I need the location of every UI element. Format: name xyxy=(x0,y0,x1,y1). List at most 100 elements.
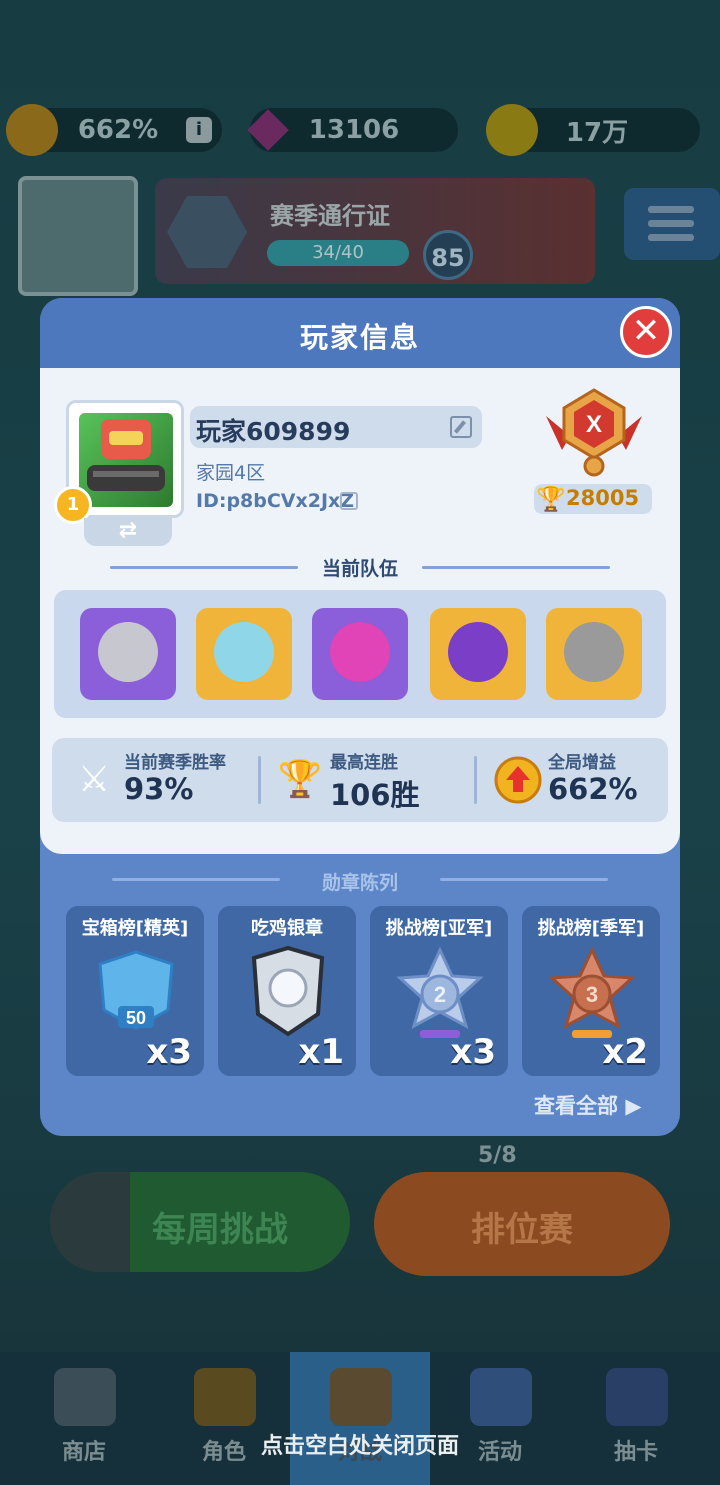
nav-battle[interactable]: 对战 xyxy=(290,1352,430,1485)
player-info-panel: 1 ⇄ 玩家609899 家园4区 ID:p8bCVx2JxZ X 🏆 2800… xyxy=(40,368,680,854)
hero-knight[interactable] xyxy=(80,608,176,700)
stat-win-rate: ⚔ 当前赛季胜率 93% xyxy=(68,738,258,822)
swap-avatar-button[interactable]: ⇄ xyxy=(84,518,172,546)
hero-shadow-beast[interactable] xyxy=(430,608,526,700)
star-shield-icon xyxy=(470,1368,532,1426)
medal-name: 宝箱榜[精英] xyxy=(81,918,189,939)
stat-max-streak: 🏆 最高连胜 106胜 xyxy=(274,738,464,822)
divider xyxy=(440,878,608,881)
hero-vampire[interactable] xyxy=(546,608,642,700)
stat-global-boost-value: 662% xyxy=(548,772,638,806)
boost-resource-bar: 662% i xyxy=(6,104,222,156)
boost-icon xyxy=(6,104,58,156)
nav-gacha[interactable]: 抽卡 xyxy=(566,1352,706,1485)
menu-button[interactable] xyxy=(624,188,720,260)
medal-card-challenge-third[interactable]: 挑战榜[季军] 3 x2 xyxy=(522,906,660,1076)
hero-pink-brute[interactable] xyxy=(312,608,408,700)
medal-count: x3 xyxy=(146,1032,192,1072)
divider xyxy=(422,566,610,569)
trophy-bar: 🏆 28005 xyxy=(534,484,652,514)
hero-ice-mage[interactable] xyxy=(196,608,292,700)
bronze-star-medal-icon: 3 xyxy=(546,944,638,1040)
modal-header: 玩家信息 xyxy=(40,298,680,368)
medal-card-silver[interactable]: 吃鸡银章 x1 xyxy=(218,906,356,1076)
info-icon[interactable]: i xyxy=(186,117,212,143)
medals-title: 勋章陈列 xyxy=(321,872,398,894)
coins-resource-bar: 17万 xyxy=(486,104,700,156)
bottom-nav: 商店 角色 对战 活动 抽卡 xyxy=(0,1352,720,1485)
view-all-link[interactable]: 查看全部 ▶ xyxy=(534,1090,641,1120)
gems-resource-bar: 13106 xyxy=(247,108,458,152)
heroes-icon xyxy=(194,1368,256,1426)
nav-events[interactable]: 活动 xyxy=(430,1352,570,1485)
edit-icon[interactable] xyxy=(450,416,472,438)
coin-icon xyxy=(486,104,538,156)
shop-icon xyxy=(54,1368,116,1426)
weekly-challenge-button[interactable]: 每周挑战 xyxy=(50,1172,350,1272)
knight-icon xyxy=(98,622,158,682)
medal-count: x2 xyxy=(602,1032,648,1072)
pink-brute-icon xyxy=(330,622,390,682)
copy-icon[interactable] xyxy=(340,492,358,510)
medal-card-chest-elite[interactable]: 宝箱榜[精英] 50 x3 xyxy=(66,906,204,1076)
medal-count: x1 xyxy=(298,1032,344,1072)
ice-mage-icon xyxy=(214,622,274,682)
ranked-progress: 5/8 xyxy=(478,1143,517,1168)
medal-name: 吃鸡银章 xyxy=(251,918,323,939)
profile-avatar-button[interactable] xyxy=(18,176,138,296)
medal-card-challenge-runnerup[interactable]: 挑战榜[亚军] 2 x3 xyxy=(370,906,508,1076)
stats-row: ⚔ 当前赛季胜率 93% 🏆 最高连胜 106胜 全局增益 662% xyxy=(52,738,668,822)
svg-text:50: 50 xyxy=(126,1008,146,1028)
up-arrow-icon xyxy=(50,1172,130,1272)
stat-max-streak-value: 106胜 xyxy=(330,778,420,812)
player-name: 玩家609899 xyxy=(196,417,351,446)
close-button[interactable]: ✕ xyxy=(620,306,672,358)
svg-text:2: 2 xyxy=(434,982,446,1007)
shadow-beast-icon xyxy=(448,622,508,682)
trophy-count: 28005 xyxy=(566,486,640,510)
ranked-button[interactable]: 排位赛 xyxy=(374,1172,670,1276)
trophy-icon: 🏆 xyxy=(277,759,323,800)
nav-heroes[interactable]: 角色 xyxy=(154,1352,294,1485)
stat-global-boost-label: 全局增益 xyxy=(548,753,616,773)
season-pass-banner[interactable]: 赛季通行证 34/40 85 xyxy=(155,178,595,284)
chest-elite-medal-icon: 50 xyxy=(90,944,182,1040)
close-hint: 点击空白处关闭页面 xyxy=(260,1434,459,1459)
avatar-art xyxy=(79,413,173,507)
player-info-modal: 玩家信息 ✕ 1 ⇄ 玩家609899 家园4区 ID:p8bCVx2JxZ X… xyxy=(40,298,680,1136)
modal-title: 玩家信息 xyxy=(299,321,420,354)
svg-text:3: 3 xyxy=(586,982,598,1007)
crossed-swords-icon: ⚔ xyxy=(77,759,111,800)
player-id: ID:p8bCVx2JxZ xyxy=(196,490,355,512)
play-arrow-icon: ▶ xyxy=(625,1094,642,1118)
mystery-card-icon xyxy=(606,1368,668,1426)
medal-count: x3 xyxy=(450,1032,496,1072)
vampire-icon xyxy=(564,622,624,682)
stat-max-streak-label: 最高连胜 xyxy=(330,753,398,773)
view-all-label: 查看全部 xyxy=(534,1094,618,1118)
medal-name: 挑战榜[季军] xyxy=(537,918,645,939)
stat-global-boost: 全局增益 662% xyxy=(492,738,668,822)
rank-emblem: X xyxy=(542,386,646,478)
season-pass-progress: 34/40 xyxy=(267,240,409,266)
nav-shop[interactable]: 商店 xyxy=(14,1352,154,1485)
divider xyxy=(258,756,261,804)
trophy-icon: 🏆 xyxy=(536,485,566,513)
season-pass-level: 85 xyxy=(423,230,473,280)
season-pass-emblem-icon xyxy=(167,196,247,268)
crossed-swords-icon xyxy=(330,1368,392,1426)
silver-medal-icon xyxy=(242,944,334,1040)
player-name-box: 玩家609899 xyxy=(190,406,482,448)
stat-win-rate-value: 93% xyxy=(124,772,194,806)
stat-win-rate-label: 当前赛季胜率 xyxy=(124,753,226,773)
player-region: 家园4区 xyxy=(196,462,266,484)
team-row xyxy=(54,590,666,718)
rank-letter: X xyxy=(586,411,602,438)
weekly-challenge-label: 每周挑战 xyxy=(152,1210,288,1250)
season-pass-title: 赛季通行证 xyxy=(270,202,390,230)
gem-icon xyxy=(247,109,289,151)
silver-star-medal-icon: 2 xyxy=(394,944,486,1040)
boost-icon xyxy=(492,754,544,806)
ranked-label: 排位赛 xyxy=(471,1210,573,1250)
medal-name: 挑战榜[亚军] xyxy=(385,918,493,939)
